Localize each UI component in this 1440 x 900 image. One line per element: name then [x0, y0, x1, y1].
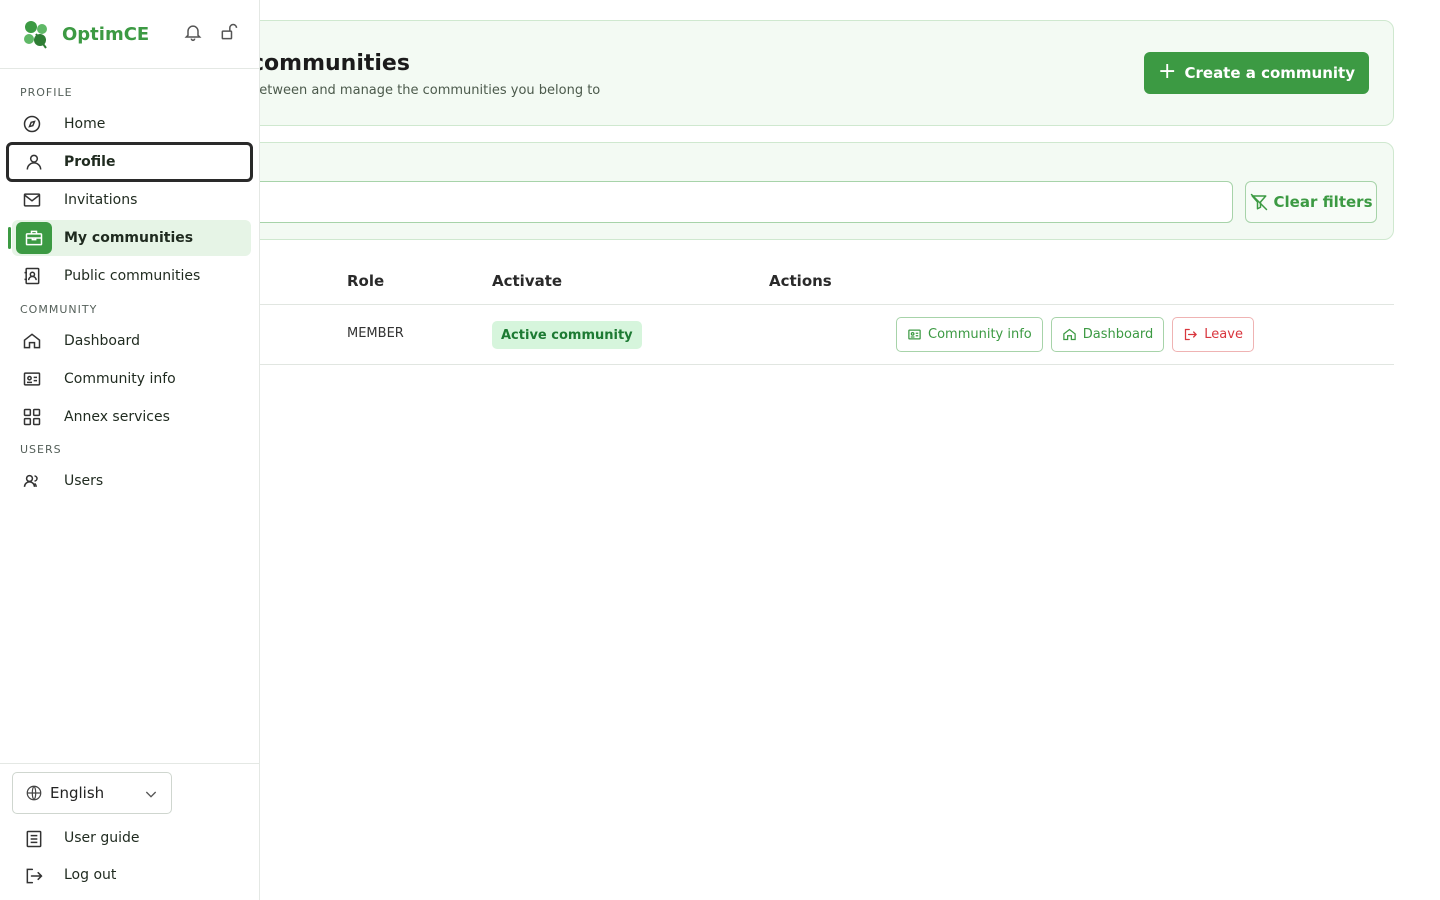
- table-row: MEMBER Active community Community info D…: [200, 305, 1394, 365]
- create-community-button[interactable]: + Create a community: [1144, 52, 1369, 94]
- sidebar-item-my-communities[interactable]: My communities: [12, 220, 251, 256]
- logout-icon: [1185, 328, 1198, 341]
- user-icon: [26, 154, 42, 170]
- bell-icon[interactable]: [183, 22, 203, 42]
- id-card-icon: [908, 329, 921, 340]
- page-subtitle: between and manage the communities you b…: [251, 83, 601, 98]
- book-icon: [26, 830, 42, 848]
- community-info-button[interactable]: Community info: [896, 317, 1043, 352]
- logout-label: Log out: [64, 867, 117, 883]
- sidebar-divider: [0, 68, 259, 69]
- leave-label: Leave: [1204, 327, 1243, 342]
- header-icons: [183, 22, 239, 42]
- sidebar-item-community-info[interactable]: Community info: [8, 361, 251, 397]
- status-badge: Active community: [492, 321, 642, 349]
- sidebar-item-label: Users: [64, 473, 104, 489]
- briefcase-icon: [25, 230, 43, 246]
- sidebar: OptimCE PROFILE Home Profile Invitations…: [0, 0, 260, 900]
- language-select[interactable]: English: [12, 772, 172, 814]
- row-role: MEMBER: [347, 326, 404, 341]
- sidebar-item-home[interactable]: Home: [8, 106, 251, 142]
- sidebar-item-label: Home: [64, 116, 106, 132]
- language-value: English: [50, 784, 105, 802]
- leave-button[interactable]: Leave: [1172, 317, 1254, 352]
- sidebar-item-label: Profile: [64, 154, 116, 170]
- id-card-icon: [23, 372, 41, 386]
- dashboard-button[interactable]: Dashboard: [1050, 317, 1165, 352]
- sidebar-item-users[interactable]: Users: [8, 463, 251, 499]
- active-indicator: [8, 227, 11, 249]
- column-activate: Activate: [492, 272, 563, 290]
- logout-icon: [26, 868, 43, 884]
- section-profile: PROFILE: [20, 86, 73, 99]
- sidebar-item-dashboard[interactable]: Dashboard: [8, 323, 251, 359]
- sidebar-item-profile[interactable]: Profile: [6, 142, 253, 182]
- sidebar-item-label: Public communities: [64, 268, 201, 284]
- chevron-down-icon: [145, 791, 157, 798]
- sidebar-divider: [0, 763, 259, 764]
- home-icon: [1063, 328, 1076, 341]
- dashboard-label: Dashboard: [1082, 327, 1154, 342]
- page-header: communities between and manage the commu…: [200, 20, 1394, 126]
- column-actions: Actions: [769, 272, 832, 290]
- sidebar-item-annex-services[interactable]: Annex services: [8, 399, 251, 435]
- page-title: communities: [251, 51, 410, 76]
- grid-icon: [23, 408, 41, 426]
- table-header: Role Activate Actions: [200, 256, 1394, 305]
- compass-icon: [23, 115, 41, 133]
- logout-link[interactable]: Log out: [8, 859, 251, 893]
- clover-logo-icon: [24, 21, 47, 49]
- sidebar-item-label: Community info: [64, 371, 176, 387]
- globe-icon: [26, 785, 42, 801]
- sidebar-item-invitations[interactable]: Invitations: [8, 182, 251, 218]
- create-community-label: Create a community: [1184, 64, 1355, 82]
- contact-book-icon: [24, 267, 40, 285]
- users-icon: [23, 474, 38, 487]
- column-role: Role: [347, 272, 385, 290]
- user-guide-label: User guide: [64, 830, 140, 846]
- plus-icon: +: [1158, 59, 1177, 84]
- brand[interactable]: OptimCE: [20, 18, 149, 50]
- user-guide-link[interactable]: User guide: [8, 822, 251, 856]
- row-actions: Community info Dashboard Leave: [896, 317, 1254, 352]
- section-community: COMMUNITY: [20, 303, 98, 316]
- communities-table: Role Activate Actions MEMBER Active comm…: [200, 256, 1394, 365]
- filter-panel: Clear filters: [200, 142, 1394, 240]
- unlock-icon[interactable]: [219, 22, 239, 42]
- section-users: USERS: [20, 443, 62, 456]
- filter-clear-icon: [1250, 193, 1267, 211]
- sidebar-item-label: My communities: [64, 230, 194, 246]
- sidebar-item-label: Dashboard: [64, 333, 140, 349]
- search-input[interactable]: [221, 181, 1233, 223]
- home-icon: [23, 333, 41, 349]
- mail-icon: [23, 193, 41, 207]
- community-info-label: Community info: [928, 327, 1032, 342]
- sidebar-item-label: Annex services: [64, 409, 170, 425]
- sidebar-item-label: Invitations: [64, 192, 138, 208]
- clear-filters-label: Clear filters: [1273, 193, 1373, 211]
- sidebar-item-public-communities[interactable]: Public communities: [8, 258, 251, 294]
- brand-name: OptimCE: [62, 23, 150, 45]
- clear-filters-button[interactable]: Clear filters: [1245, 181, 1377, 223]
